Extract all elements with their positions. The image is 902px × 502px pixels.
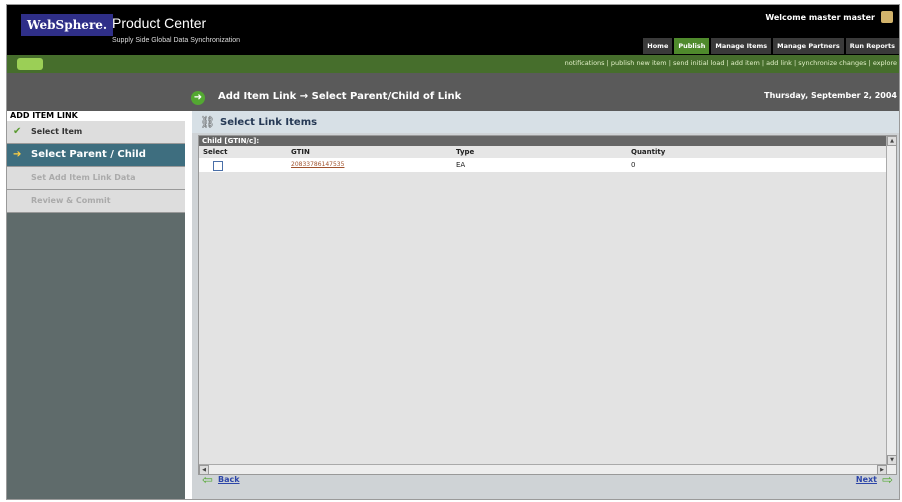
column-type: Type [456, 148, 475, 156]
section-header: ⛓ Select Link Items [192, 111, 899, 133]
select-checkbox[interactable] [213, 161, 223, 171]
current-step-icon: ➔ [13, 149, 22, 160]
product-name: Product Center [112, 15, 207, 31]
tab-publish[interactable]: Publish [674, 38, 710, 54]
tab-run-reports[interactable]: Run Reports [845, 38, 899, 54]
sub-navigation-bar: notifications | publish new item | send … [7, 55, 899, 73]
main-tabs: Home Publish Manage Items Manage Partner… [641, 38, 899, 54]
scroll-up-icon[interactable]: ▲ [887, 136, 897, 146]
tab-manage-partners[interactable]: Manage Partners [773, 38, 844, 54]
header: WebSphere. Product Center Supply Side Gl… [7, 5, 899, 55]
step-label: Select Item [31, 127, 83, 136]
sidebar-heading: ADD ITEM LINK [7, 111, 185, 121]
step-label: Set Add Item Link Data [31, 173, 136, 182]
step-set-link-data: Set Add Item Link Data [7, 167, 185, 190]
column-quantity: Quantity [631, 148, 666, 156]
app-window: WebSphere. Product Center Supply Side Gl… [6, 4, 900, 500]
wizard-sidebar: ADD ITEM LINK ✔ Select Item ➔ Select Par… [7, 111, 185, 499]
back-button[interactable]: Back [218, 475, 240, 484]
sub-navigation-links[interactable]: notifications | publish new item | send … [565, 59, 897, 67]
wizard-title: Add Item Link → Select Parent/Child of L… [218, 91, 462, 102]
tab-home[interactable]: Home [643, 38, 673, 54]
step-label: Select Parent / Child [31, 149, 146, 160]
quantity-cell: 0 [631, 161, 636, 169]
grid-header-row: Select GTIN Type Quantity [199, 146, 887, 158]
next-arrow-icon[interactable]: ⇨ [882, 473, 893, 488]
vertical-scrollbar[interactable]: ▲ ▼ [886, 136, 897, 474]
step-select-parent-child[interactable]: ➔ Select Parent / Child [7, 144, 185, 167]
user-icon [881, 11, 893, 23]
welcome-text: Welcome master master [765, 13, 875, 22]
step-review-commit: Review & Commit [7, 190, 185, 213]
table-row: 20833786147535 EA 0 [199, 158, 887, 172]
main-content: ⛓ Select Link Items Child [GTIN/c]: Sele… [192, 111, 899, 499]
tab-manage-items[interactable]: Manage Items [711, 38, 772, 54]
gtin-link[interactable]: 20833786147535 [291, 158, 344, 172]
checkmark-icon: ✔ [13, 126, 22, 137]
horizontal-scrollbar[interactable]: ◀ ▶ [199, 464, 887, 475]
link-items-grid: Child [GTIN/c]: Select GTIN Type Quantit… [198, 135, 897, 475]
grid-caption: Child [GTIN/c]: [199, 136, 887, 146]
back-arrow-icon[interactable]: ⇦ [202, 473, 213, 488]
step-label: Review & Commit [31, 196, 111, 205]
websphere-logo: WebSphere. [21, 14, 114, 36]
type-cell: EA [456, 161, 466, 169]
column-select: Select [203, 148, 228, 156]
next-button[interactable]: Next [856, 475, 877, 484]
column-gtin: GTIN [291, 148, 310, 156]
current-date: Thursday, September 2, 2004 [764, 91, 897, 100]
product-subtitle: Supply Side Global Data Synchronization [112, 37, 241, 44]
link-chain-icon: ⛓ [200, 115, 216, 129]
go-arrow-icon: ➜ [191, 91, 205, 105]
step-select-item[interactable]: ✔ Select Item [7, 121, 185, 144]
section-title: Select Link Items [220, 117, 318, 128]
product-logo-icon [17, 58, 43, 70]
scroll-down-icon[interactable]: ▼ [887, 455, 897, 465]
